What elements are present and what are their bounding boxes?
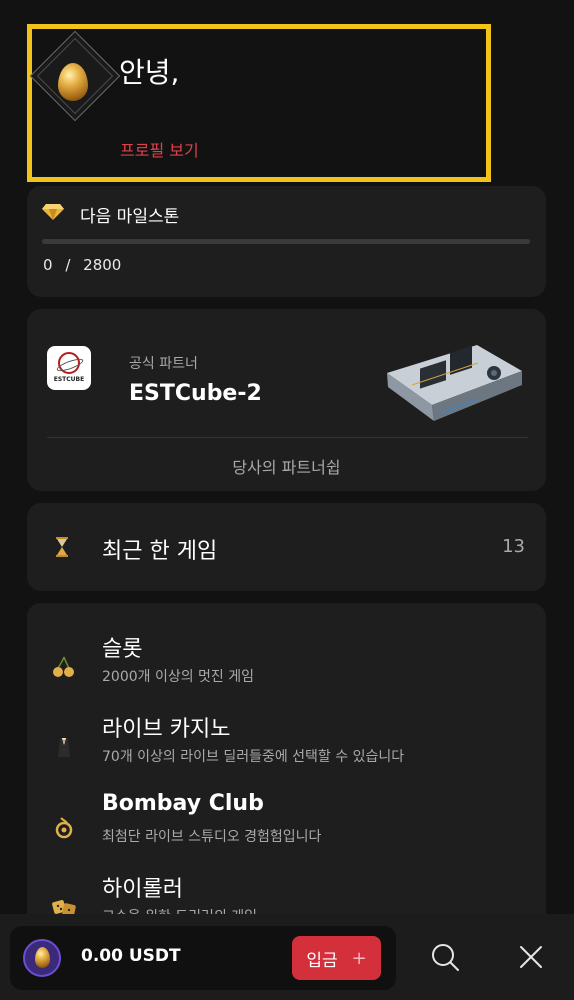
hourglass-icon [56,537,68,557]
golden-egg-icon [58,63,88,101]
diamond-icon [42,204,64,220]
partner-card[interactable]: ESTCUBE 공식 파트너 ESTCube-2 당사의 파트너쉽 [27,309,546,491]
close-icon[interactable] [514,940,548,974]
milestone-progress-bar [42,239,530,244]
wallet-balance: 0.00 USDT [81,946,181,966]
deposit-label: 입금 [306,950,338,971]
cherries-icon [53,656,74,677]
search-icon[interactable] [428,940,462,974]
estcube-logo: ESTCUBE [47,346,91,390]
estcube-logo-text: ESTCUBE [53,376,85,383]
menu-subtitle-live-casino: 70개 이상의 라이브 딜러들중에 선택할 수 있습니다 [102,749,405,765]
milestone-target: 2800 [83,256,122,274]
bombay-club-icon [55,817,73,839]
recent-games-card[interactable]: 최근 한 게임 13 [27,503,546,591]
partnership-link[interactable]: 당사의 파트너쉽 [27,454,546,478]
profile-header: 안녕, 프로필 보기 [27,24,491,182]
wallet-avatar[interactable] [23,939,61,977]
partner-divider [47,437,528,438]
menu-title-bombay-club: Bombay Club [102,791,264,816]
milestone-title: 다음 마일스톤 [80,207,180,227]
menu-item-slots[interactable]: 슬롯 2000개 이상의 멋진 게임 [27,631,546,707]
satellite-image [387,345,522,421]
partner-name: ESTCube-2 [129,381,262,406]
milestone-separator: / [65,256,71,274]
wallet-panel[interactable]: 0.00 USDT 입금 + [10,926,396,990]
view-profile-link[interactable]: 프로필 보기 [120,137,199,161]
golden-egg-icon [35,947,50,968]
greeting-text: 안녕, [119,56,180,89]
plus-icon: + [351,947,367,969]
menu-item-live-casino[interactable]: 라이브 카지노 70개 이상의 라이브 딜러들중에 선택할 수 있습니다 [27,711,546,787]
tuxedo-icon [58,738,70,757]
recent-games-title: 최근 한 게임 [102,539,218,564]
menu-title-live-casino: 라이브 카지노 [102,717,231,742]
milestone-card[interactable]: 다음 마일스톤 0 / 2800 [27,186,546,297]
milestone-current: 0 [43,256,53,274]
menu-subtitle-bombay-club: 최첨단 라이브 스튜디오 경험험입니다 [102,829,322,845]
milestone-count: 0 / 2800 [43,256,121,274]
menu-subtitle-slots: 2000개 이상의 멋진 게임 [102,669,255,685]
recent-games-count: 13 [502,536,525,557]
partner-kicker: 공식 파트너 [129,356,198,372]
menu-item-bombay-club[interactable]: Bombay Club 최첨단 라이브 스튜디오 경험험입니다 [27,791,546,867]
menu-title-high-roller: 하이롤러 [102,877,183,902]
menu-title-slots: 슬롯 [102,637,143,662]
deposit-button[interactable]: 입금 + [292,936,381,980]
bottom-bar: 0.00 USDT 입금 + [0,914,574,1000]
